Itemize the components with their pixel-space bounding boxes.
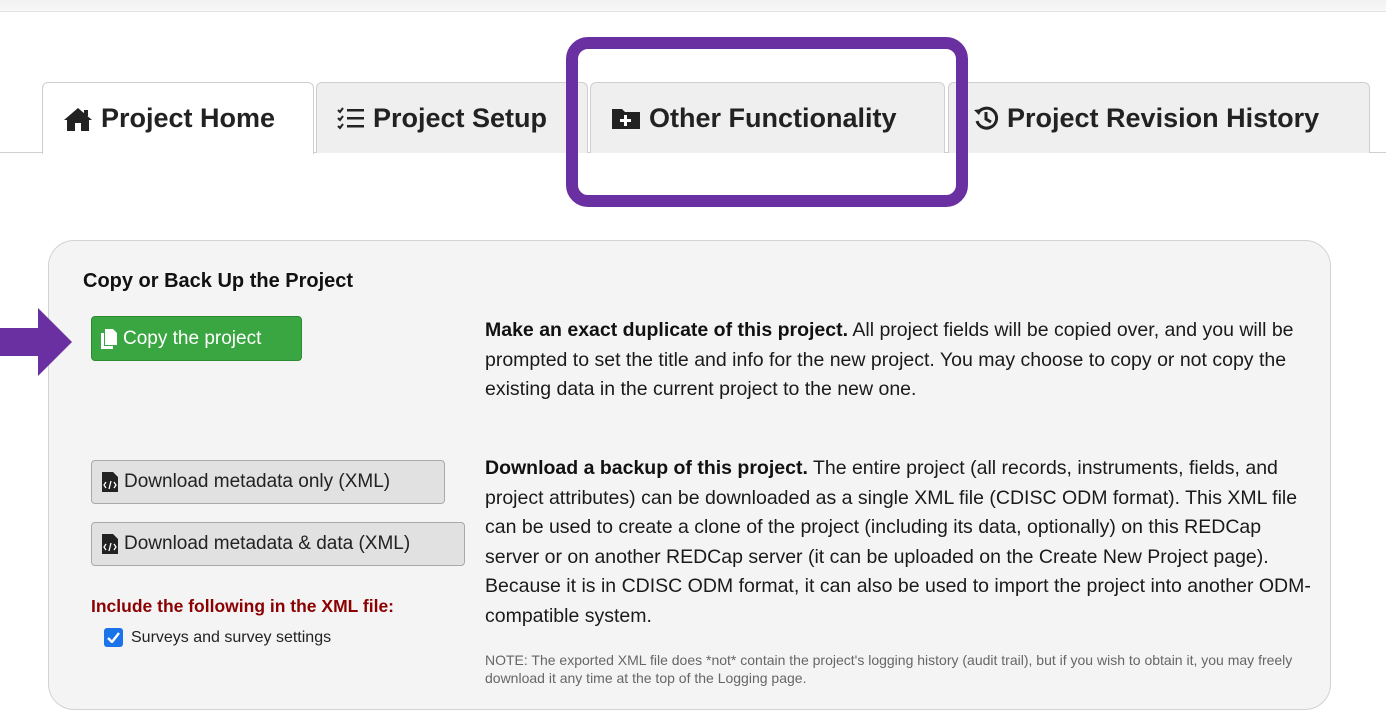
tab-project-home[interactable]: Project Home (42, 82, 314, 154)
tab-project-setup[interactable]: Project Setup (316, 82, 588, 153)
download-metadata-data-button[interactable]: Download metadata & data (XML) (91, 522, 465, 566)
backup-description-bold: Download a backup of this project. (485, 457, 808, 479)
surveys-checkbox[interactable] (104, 628, 123, 647)
backup-description-text: The entire project (all records, instrum… (485, 457, 1311, 627)
backup-description: Download a backup of this project. The e… (485, 454, 1315, 631)
highlight-box (566, 37, 968, 207)
surveys-checkbox-row[interactable]: Surveys and survey settings (104, 628, 331, 647)
logging-note: NOTE: The exported XML file does *not* c… (485, 652, 1293, 686)
download-metadata-button[interactable]: Download metadata only (XML) (91, 460, 445, 504)
checklist-icon (337, 106, 365, 130)
tab-project-revision-history[interactable]: Project Revision History (948, 82, 1370, 153)
tab-label: Project Setup (373, 102, 548, 133)
pointer-arrow-icon (0, 308, 72, 376)
copy-icon (101, 328, 117, 349)
download-metadata-label: Download metadata only (XML) (124, 471, 391, 492)
tab-label: Project Home (101, 103, 276, 133)
download-metadata-data-label: Download metadata & data (XML) (124, 533, 411, 554)
top-rule (0, 0, 1386, 12)
copy-description: Make an exact duplicate of this project.… (485, 316, 1315, 405)
surveys-checkbox-label: Surveys and survey settings (131, 628, 332, 646)
home-icon (63, 106, 93, 132)
copy-description-bold: Make an exact duplicate of this project. (485, 319, 849, 341)
copy-project-label: Copy the project (123, 327, 262, 349)
copy-project-button[interactable]: Copy the project (91, 316, 302, 361)
tab-label: Project Revision History (1007, 102, 1320, 133)
xml-file-icon (102, 534, 118, 554)
xml-file-icon (102, 472, 118, 492)
panel-title: Copy or Back Up the Project (83, 270, 354, 292)
include-label: Include the following in the XML file: (91, 596, 395, 616)
history-icon (973, 105, 999, 131)
